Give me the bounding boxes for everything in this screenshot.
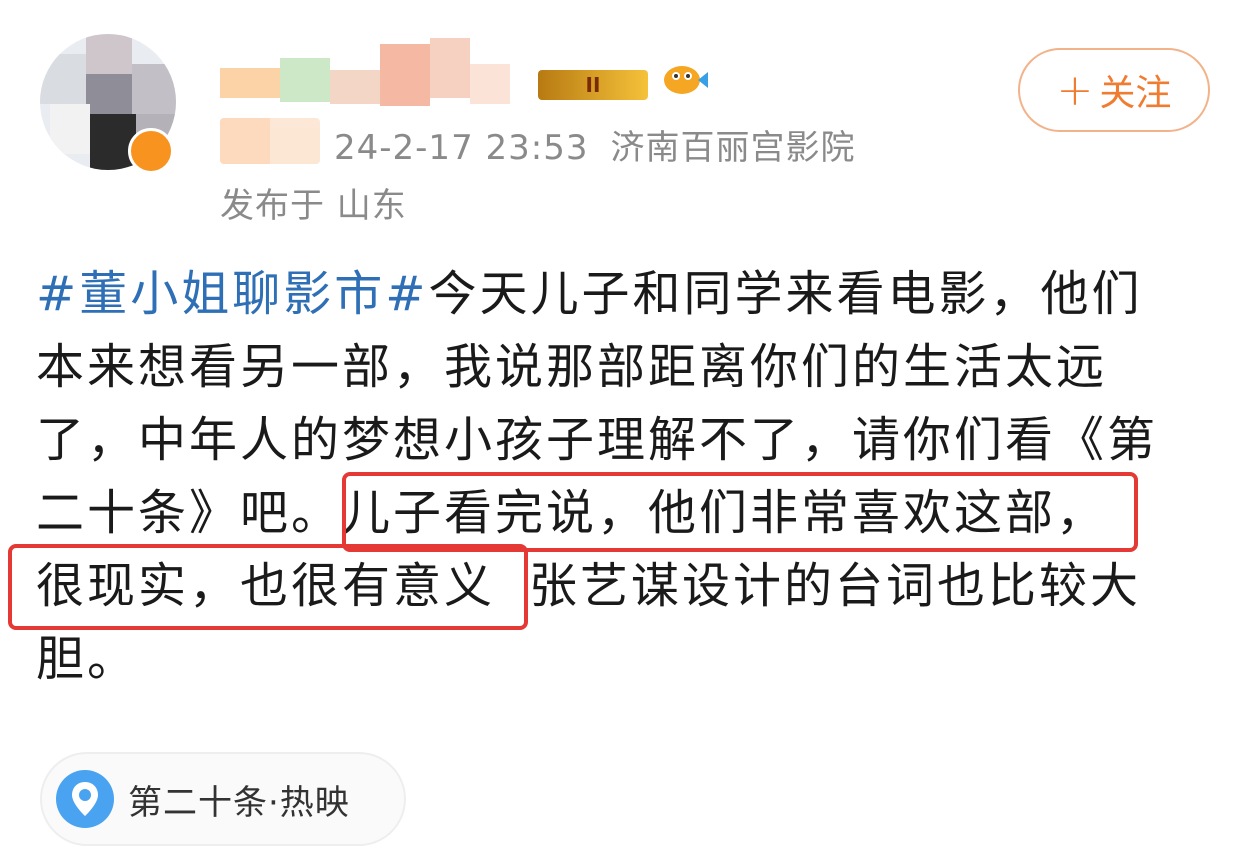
fish-icon xyxy=(664,66,708,94)
post-text: 本来想看另一部，我说那部距离你们的生活太远 xyxy=(36,339,1108,395)
post-text: 了，中年人的梦想小孩子理解不了，请你们看《第 xyxy=(36,412,1159,468)
post-timestamp: 24-2-17 23:53 xyxy=(334,128,589,168)
username-blurred[interactable] xyxy=(220,38,510,108)
post-line: 了，中年人的梦想小孩子理解不了，请你们看《第 xyxy=(36,404,1216,477)
hot-tag-blurred xyxy=(220,118,320,164)
post-text: 今天儿子和同学来看电影，他们 xyxy=(428,266,1143,322)
post-line: 本来想看另一部，我说那部距离你们的生活太远 xyxy=(36,331,1216,404)
post-text: 二十条》吧。 xyxy=(36,485,343,541)
follow-label: 关注 xyxy=(1099,73,1172,114)
post-meta: 24-2-17 23:53 济南百丽宫影院 xyxy=(334,120,856,169)
movie-topic-chip[interactable]: 第二十条·热映 xyxy=(40,752,406,846)
publish-location: 发布于 山东 xyxy=(220,186,407,226)
post-body: #董小姐聊影市#今天儿子和同学来看电影，他们 本来想看另一部，我说那部距离你们的… xyxy=(36,258,1216,696)
post-text: 胆。 xyxy=(36,631,139,687)
post-line: 胆。 xyxy=(36,623,1216,696)
post-text: 张艺谋设计的台词也比较大 xyxy=(529,558,1142,614)
topic-hashtag-link[interactable]: #董小姐聊影市# xyxy=(36,266,428,322)
location-pin-icon xyxy=(56,770,114,828)
verified-badge-icon xyxy=(128,128,174,174)
plus-icon: + xyxy=(1056,64,1094,116)
highlighted-text: 很现实，也很有意义 xyxy=(36,558,496,614)
post-line: 二十条》吧。儿子看完说，他们非常喜欢这部， xyxy=(36,477,1216,550)
post-source[interactable]: 济南百丽宫影院 xyxy=(611,128,856,168)
movie-chip-label: 第二十条·热映 xyxy=(128,782,350,823)
level-badge: II xyxy=(538,70,648,100)
post-line: 很现实，也很有意义 张艺谋设计的台词也比较大 xyxy=(36,550,1216,623)
highlighted-text: 儿子看完说，他们非常喜欢这部， xyxy=(342,485,1108,541)
post-line: #董小姐聊影市#今天儿子和同学来看电影，他们 xyxy=(36,258,1216,331)
follow-button[interactable]: + 关注 xyxy=(1018,48,1210,132)
